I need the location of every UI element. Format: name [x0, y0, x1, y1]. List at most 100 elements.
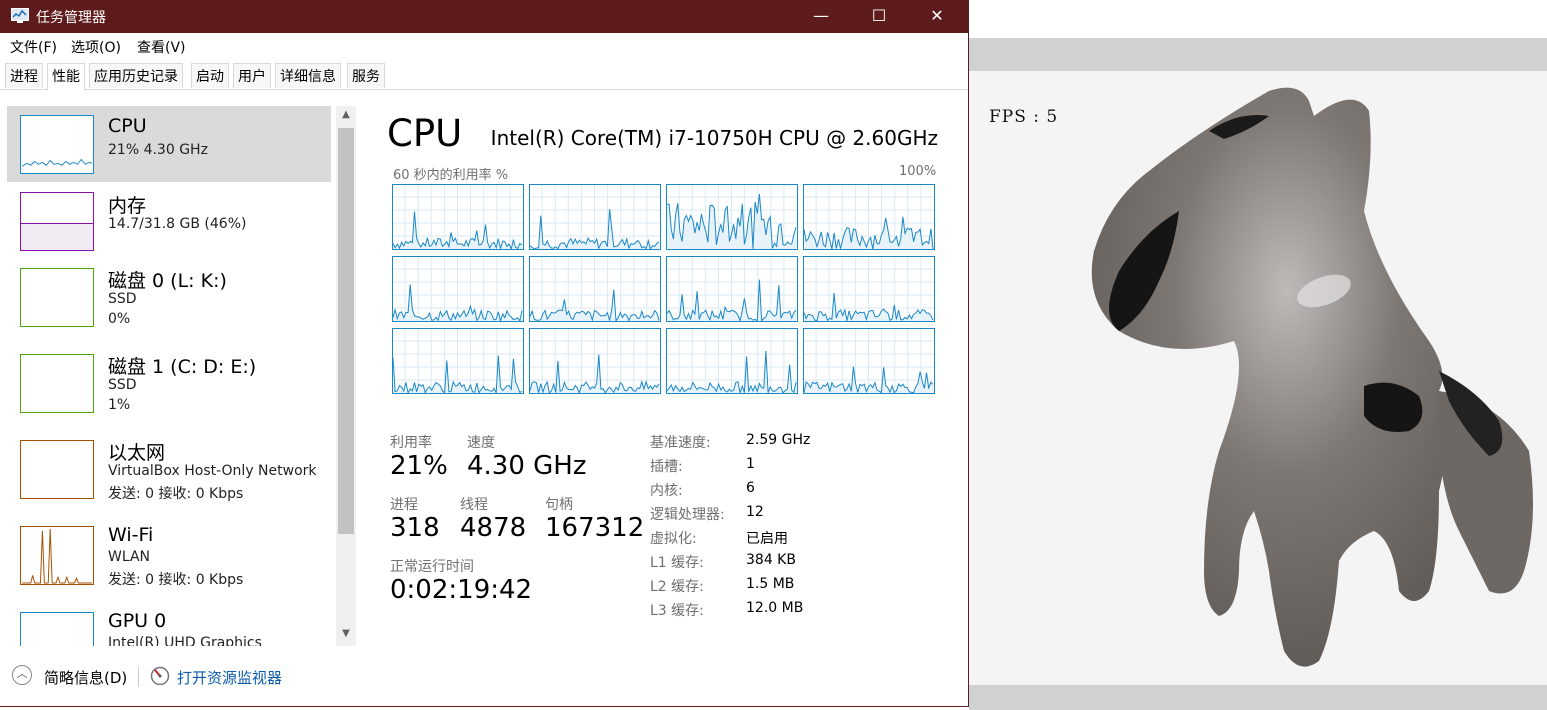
detail-key: 虚拟化: [650, 531, 697, 547]
minimize-button[interactable]: — [792, 0, 850, 33]
window-title: 任务管理器 [36, 10, 106, 26]
utilization-value: 21% [390, 451, 448, 481]
scroll-up-arrow-icon[interactable]: ▲ [336, 109, 356, 127]
logical-processor-graph [666, 184, 798, 250]
sidebar-item-label: 内存 [108, 195, 147, 217]
tab-users[interactable]: 用户 [233, 63, 271, 88]
sidebar-item-cpu[interactable]: CPU 21% 4.30 GHz [7, 106, 331, 182]
threads-label: 线程 [460, 497, 488, 513]
sidebar-scrollbar[interactable]: ▲ ▼ [336, 106, 356, 646]
sidebar-item-label: 磁盘 1 (C: D: E:) [108, 356, 257, 378]
logical-processor-graph [666, 256, 798, 323]
sidebar-item-disk-0[interactable]: 磁盘 0 (L: K:) SSD 0% [7, 258, 331, 334]
task-manager-window: 任务管理器 — ☐ ✕ 文件(F) 选项(O) 查看(V) 进程 性能 应用历史… [0, 0, 969, 707]
chevron-up-icon[interactable]: ︿ [12, 665, 32, 685]
detail-key: 基准速度: [650, 435, 711, 451]
sidebar-item-detail: WLAN [108, 549, 151, 565]
logical-processor-graph [529, 256, 661, 323]
title-bar: 任务管理器 — ☐ ✕ [0, 0, 968, 33]
sidebar-item-gpu[interactable]: GPU 0 Intel(R) UHD Graphics [7, 602, 331, 646]
footer-bar: ︿ 简略信息(D) 打开资源监视器 [0, 655, 968, 699]
sidebar-item-label: 磁盘 0 (L: K:) [108, 270, 227, 292]
detail-key: L3 缓存: [650, 603, 704, 619]
speed-value: 4.30 GHz [467, 451, 587, 481]
processes-value: 318 [390, 513, 440, 543]
handles-value: 167312 [545, 513, 645, 543]
3d-canvas[interactable]: FPS : 5 [969, 71, 1547, 685]
menu-options[interactable]: 选项(O) [71, 37, 121, 57]
tab-services[interactable]: 服务 [347, 63, 385, 88]
cpu-model-name: Intel(R) Core(TM) i7-10750H CPU @ 2.60GH… [490, 126, 938, 150]
close-button[interactable]: ✕ [908, 0, 966, 33]
disk0-thumbnail-graph [20, 268, 94, 327]
logical-processor-graph [803, 256, 935, 322]
sidebar-item-value: 发送: 0 接收: 0 Kbps [108, 486, 244, 502]
logical-processor-graph [666, 328, 798, 395]
memory-thumbnail-graph [20, 192, 94, 251]
sidebar-item-memory[interactable]: 内存 14.7/31.8 GB (46%) [7, 182, 331, 258]
tab-details[interactable]: 详细信息 [275, 63, 341, 88]
resource-sidebar: CPU 21% 4.30 GHz 内存 14.7/31.8 GB (46%) 磁… [0, 98, 356, 646]
logical-processor-graph [392, 328, 524, 395]
tab-startup[interactable]: 启动 [191, 63, 229, 88]
sidebar-item-label: 以太网 [108, 442, 166, 464]
menu-view[interactable]: 查看(V) [137, 37, 186, 57]
detail-value: 2.59 GHz [746, 432, 811, 448]
gpu-thumbnail-graph [20, 612, 94, 646]
memory-usage-fill [21, 222, 93, 250]
logical-processor-graph [392, 256, 524, 323]
sidebar-item-detail: VirtualBox Host-Only Network [108, 463, 317, 479]
open-resource-monitor-link[interactable]: 打开资源监视器 [177, 667, 282, 688]
sidebar-item-label: GPU 0 [108, 610, 167, 632]
sidebar-item-value: 0% [108, 311, 131, 327]
task-manager-icon [11, 8, 29, 23]
graph-max-label: 100% [899, 164, 937, 179]
fewer-details-link[interactable]: 简略信息(D) [44, 667, 127, 688]
sidebar-item-value: 发送: 0 接收: 0 Kbps [108, 572, 244, 588]
logical-processor-graph [529, 328, 661, 395]
utilization-label: 利用率 [390, 435, 432, 451]
3d-viewer-window: FPS : 5 [969, 0, 1547, 710]
uptime-value: 0:02:19:42 [390, 575, 533, 605]
tab-processes[interactable]: 进程 [5, 63, 43, 88]
sidebar-item-disk-1[interactable]: 磁盘 1 (C: D: E:) SSD 1% [7, 344, 331, 420]
scroll-down-arrow-icon[interactable]: ▼ [336, 628, 356, 646]
sidebar-item-detail: Intel(R) UHD Graphics [108, 635, 262, 646]
sidebar-item-detail: SSD [108, 291, 137, 307]
disk1-thumbnail-graph [20, 354, 94, 413]
logical-processor-graph [803, 328, 935, 394]
sidebar-item-wifi[interactable]: Wi-Fi WLAN 发送: 0 接收: 0 Kbps [7, 516, 331, 592]
detail-value: 1.5 MB [746, 576, 795, 592]
viewer-bottom-bar [969, 685, 1547, 710]
resource-monitor-icon [150, 666, 170, 686]
detail-key: L2 缓存: [650, 579, 704, 595]
maximize-button[interactable]: ☐ [850, 0, 908, 33]
footer-separator [138, 667, 139, 687]
sidebar-item-detail: 21% 4.30 GHz [108, 142, 208, 158]
menu-file[interactable]: 文件(F) [10, 37, 57, 57]
tab-app-history[interactable]: 应用历史记录 [89, 63, 183, 88]
detail-key: 逻辑处理器: [650, 507, 725, 523]
logical-processor-graph [392, 184, 524, 251]
tab-strip: 进程 性能 应用历史记录 启动 用户 详细信息 服务 [0, 63, 968, 90]
scrollbar-thumb[interactable] [338, 128, 354, 534]
detail-value: 已启用 [746, 531, 788, 547]
menu-bar: 文件(F) 选项(O) 查看(V) [0, 35, 968, 57]
sidebar-item-ethernet[interactable]: 以太网 VirtualBox Host-Only Network 发送: 0 接… [7, 430, 331, 506]
cow-3d-model [1091, 87, 1533, 667]
sidebar-item-value: 1% [108, 397, 131, 413]
wifi-thumbnail-graph [20, 526, 94, 585]
tab-performance[interactable]: 性能 [47, 63, 85, 90]
handles-label: 句柄 [545, 497, 573, 513]
logical-processor-graph [803, 184, 935, 250]
cpu-detail-panel: CPU Intel(R) Core(TM) i7-10750H CPU @ 2.… [370, 98, 960, 646]
logical-processor-graph [529, 184, 661, 250]
graph-caption: 60 秒内的利用率 % [393, 168, 509, 183]
ethernet-thumbnail-graph [20, 440, 94, 499]
detail-value: 12 [746, 504, 764, 520]
processes-label: 进程 [390, 497, 418, 513]
cpu-thumbnail-graph [20, 115, 94, 174]
detail-value: 1 [746, 456, 755, 472]
detail-value: 12.0 MB [746, 600, 804, 616]
speed-label: 速度 [467, 435, 495, 451]
